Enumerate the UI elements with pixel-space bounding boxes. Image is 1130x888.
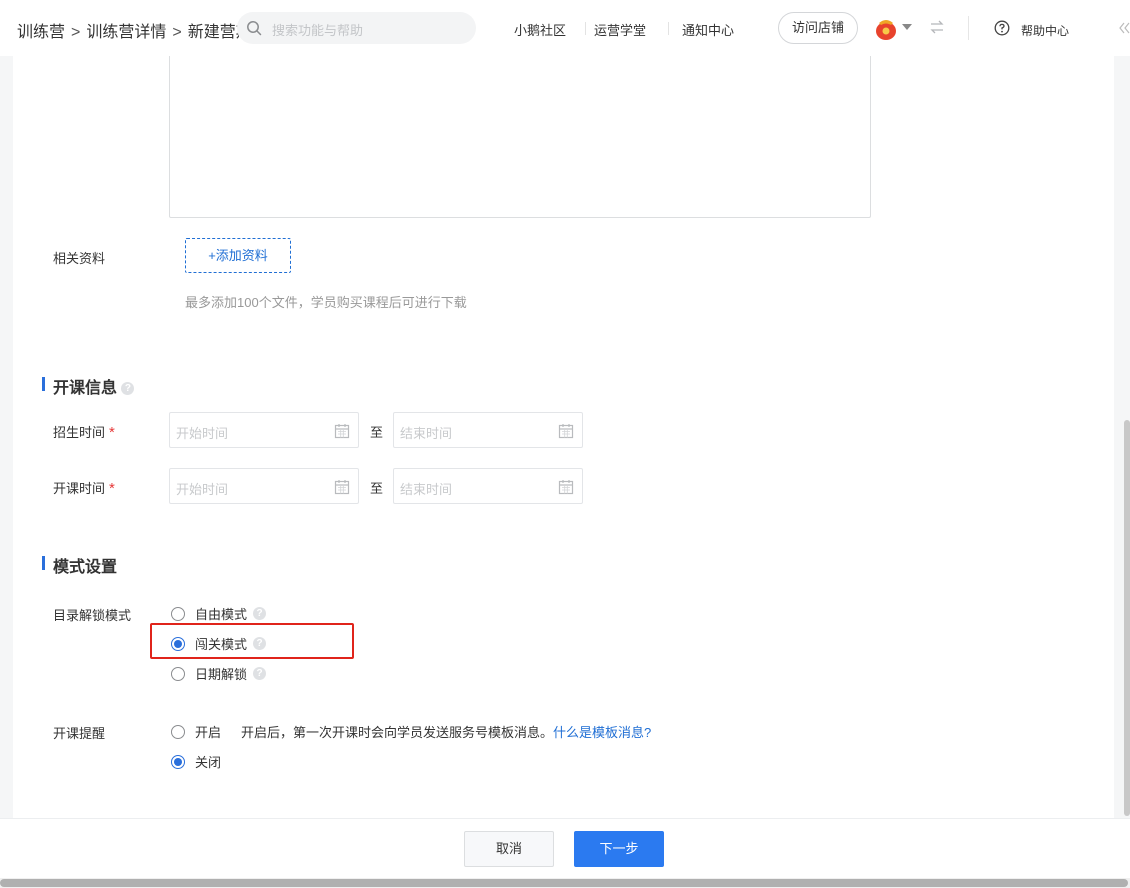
header-divider [968, 16, 969, 40]
help-center-link[interactable]: 帮助中心 [1021, 22, 1069, 39]
calendar-icon [558, 480, 574, 495]
calendar-icon [334, 480, 350, 495]
enroll-time-label: 招生时间 * [53, 422, 115, 441]
breadcrumb-separator: > [172, 24, 182, 41]
radio-free-mode[interactable]: 自由模式 ? [171, 604, 267, 623]
search-placeholder: 搜索功能与帮助 [272, 23, 364, 38]
radio-date-unlock[interactable]: 日期解锁 ? [171, 664, 267, 683]
horizontal-scrollbar[interactable] [0, 879, 1128, 887]
section-title-mode: 模式设置 [53, 559, 118, 576]
visit-store-button[interactable]: 访问店铺 [778, 12, 858, 44]
search-input[interactable]: 搜索功能与帮助 [237, 12, 476, 44]
range-separator: 至 [370, 481, 384, 496]
course-end-date-input[interactable]: 结束时间 [393, 468, 583, 504]
chevron-down-icon[interactable] [902, 24, 912, 30]
breadcrumb-separator: > [71, 24, 81, 41]
reminder-label: 开课提醒 [53, 726, 106, 741]
top-bar: 训练营 > 训练营详情 > 新建营期 搜索功能与帮助 小鹅社区 运营学堂 通知中心 访问… [0, 0, 1130, 56]
avatar[interactable] [874, 15, 898, 41]
radio-reminder-on[interactable]: 开启 开启后，第一次开课时会向学员发送服务号模板消息。 什么是模板消息? [171, 722, 651, 741]
breadcrumb-item-camp[interactable]: 训练营 [17, 24, 65, 41]
section-title-text: 开课信息 [53, 380, 118, 397]
section-accent-bar [42, 556, 45, 570]
help-question-icon[interactable]: ? [253, 667, 267, 680]
help-question-icon[interactable]: ? [253, 607, 267, 620]
nav-divider [668, 22, 669, 35]
reminder-description: 开启后，第一次开课时会向学员发送服务号模板消息。 [241, 725, 554, 740]
course-start-date-input[interactable]: 开始时间 [169, 468, 359, 504]
description-textarea[interactable] [169, 56, 871, 218]
start-time-label: 开课时间 * [53, 478, 115, 497]
help-circle-icon[interactable] [994, 20, 1010, 36]
radio-reminder-off[interactable]: 关闭 [171, 752, 221, 771]
nav-operations-school[interactable]: 运营学堂 [594, 20, 646, 39]
range-separator: 至 [370, 425, 384, 440]
add-material-button[interactable]: +添加资料 [185, 238, 291, 273]
swap-icon[interactable] [928, 18, 946, 36]
cancel-button[interactable]: 取消 [464, 831, 554, 867]
double-chevron-left-icon[interactable] [1118, 20, 1130, 36]
nav-divider [585, 22, 586, 35]
required-mark: * [109, 480, 115, 497]
date-placeholder: 结束时间 [400, 482, 453, 497]
date-placeholder: 开始时间 [176, 482, 229, 497]
highlight-annotation-box [150, 623, 354, 659]
radio-label: 开启 [195, 725, 222, 740]
breadcrumb: 训练营 > 训练营详情 > 新建营期 [17, 18, 239, 42]
calendar-icon [558, 424, 574, 439]
radio-button[interactable] [171, 606, 185, 621]
nav-notification-center[interactable]: 通知中心 [682, 20, 734, 39]
unlock-mode-label: 目录解锁模式 [53, 608, 132, 623]
enroll-end-date-input[interactable]: 结束时间 [393, 412, 583, 448]
date-placeholder: 开始时间 [176, 426, 229, 441]
start-time-label-text: 开课时间 [53, 481, 106, 496]
template-message-link[interactable]: 什么是模板消息? [553, 722, 651, 741]
materials-label: 相关资料 [53, 251, 106, 266]
radio-button[interactable] [171, 724, 185, 739]
vertical-scrollbar[interactable] [1124, 420, 1130, 816]
search-icon [247, 21, 262, 36]
calendar-icon [334, 424, 350, 439]
required-mark: * [109, 424, 115, 441]
section-title-course-info: 开课信息 ? [53, 374, 135, 398]
next-step-button[interactable]: 下一步 [574, 831, 664, 867]
footer-bar: 取消 下一步 [0, 818, 1130, 878]
enroll-start-date-input[interactable]: 开始时间 [169, 412, 359, 448]
materials-hint: 最多添加100个文件，学员购买课程后可进行下载 [185, 295, 467, 310]
breadcrumb-item-current: 新建营期 [187, 24, 239, 41]
radio-label: 日期解锁 [195, 667, 248, 682]
date-placeholder: 结束时间 [400, 426, 453, 441]
radio-button-selected[interactable] [171, 754, 185, 769]
nav-community[interactable]: 小鹅社区 [514, 20, 566, 39]
breadcrumb-item-camp-detail[interactable]: 训练营详情 [86, 24, 166, 41]
form-card: 相关资料 +添加资料 最多添加100个文件，学员购买课程后可进行下载 开课信息 … [13, 56, 1114, 818]
radio-button[interactable] [171, 666, 185, 681]
radio-label: 自由模式 [195, 607, 248, 622]
section-accent-bar [42, 377, 45, 391]
radio-label: 关闭 [195, 755, 222, 770]
enroll-time-label-text: 招生时间 [53, 425, 106, 440]
help-question-icon[interactable]: ? [121, 382, 135, 396]
